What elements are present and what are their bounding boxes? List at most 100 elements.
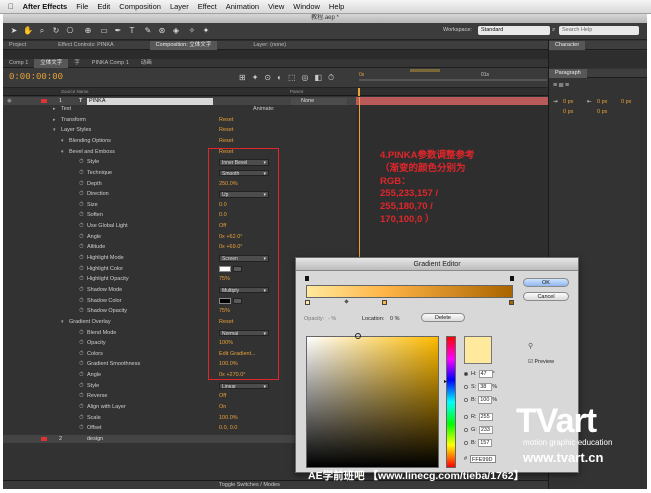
stopwatch-icon[interactable]: ⏱: [79, 211, 84, 219]
hex-input[interactable]: FFE99D: [470, 455, 496, 463]
disclosure-triangle-icon[interactable]: ▸: [53, 116, 56, 124]
color-component-field[interactable]: R: 255: [464, 413, 493, 421]
component-radio[interactable]: [464, 440, 468, 445]
selection-tool-icon[interactable]: ➤: [9, 26, 19, 36]
col-parent[interactable]: Parent: [290, 89, 303, 94]
space-after-value[interactable]: 0 px: [597, 109, 607, 115]
stopwatch-icon[interactable]: ⏱: [79, 265, 84, 273]
timeline-tab[interactable]: 字: [68, 59, 86, 68]
stopwatch-icon[interactable]: ⏱: [79, 329, 84, 337]
color-component-field[interactable]: G: 233: [464, 426, 493, 434]
location-value[interactable]: 0 %: [390, 316, 399, 322]
stopwatch-icon[interactable]: ⏱: [79, 414, 84, 422]
property-value[interactable]: Reset: [219, 116, 233, 124]
rotate-tool-icon[interactable]: ↻: [51, 26, 61, 36]
menu-layer[interactable]: Layer: [170, 2, 189, 11]
component-value[interactable]: 100: [478, 396, 493, 404]
disclosure-triangle-icon[interactable]: ▾: [53, 126, 56, 134]
stopwatch-icon[interactable]: ⏱: [79, 190, 84, 198]
mask-tool-icon[interactable]: ▭: [99, 26, 109, 36]
stopwatch-icon[interactable]: ⏱: [79, 392, 84, 400]
disclosure-triangle-icon[interactable]: ▾: [61, 137, 64, 145]
hand-tool-icon[interactable]: ✋: [23, 26, 33, 36]
property-row[interactable]: ⏱ Depth 250.0%: [3, 180, 356, 188]
component-radio[interactable]: [464, 384, 468, 389]
timeline-tab[interactable]: Comp 1: [3, 59, 34, 68]
stopwatch-icon[interactable]: ⏱: [79, 254, 84, 262]
stopwatch-icon[interactable]: ⏱: [79, 382, 84, 390]
eraser-tool-icon[interactable]: ◈: [171, 26, 181, 36]
current-time-display[interactable]: 0:00:00:00: [9, 72, 63, 82]
property-row[interactable]: ▾ Bevel and Emboss Reset: [3, 148, 356, 156]
midpoint-marker[interactable]: [344, 299, 349, 304]
stopwatch-icon[interactable]: ⏱: [79, 297, 84, 305]
property-row[interactable]: ⏱ Direction Up: [3, 190, 356, 198]
ok-button[interactable]: OK: [523, 278, 569, 287]
cancel-button[interactable]: Cancel: [523, 292, 569, 301]
component-radio[interactable]: [464, 371, 468, 376]
stopwatch-icon[interactable]: ⏱: [79, 201, 84, 209]
menu-effect[interactable]: Effect: [198, 2, 217, 11]
menu-composition[interactable]: Composition: [119, 2, 161, 11]
component-radio[interactable]: [464, 427, 468, 432]
stopwatch-icon[interactable]: ⏱: [79, 286, 84, 294]
menu-view[interactable]: View: [268, 2, 284, 11]
col-source-name[interactable]: Source Name: [61, 89, 89, 94]
timeline-tab[interactable]: 立体文字: [34, 58, 69, 68]
stopwatch-icon[interactable]: ⏱: [79, 403, 84, 411]
menu-help[interactable]: Help: [329, 2, 344, 11]
property-row[interactable]: ▸ Transform Reset: [3, 116, 356, 124]
menu-window[interactable]: Window: [293, 2, 320, 11]
stopwatch-icon[interactable]: ⏱: [79, 233, 84, 241]
tab-composition[interactable]: Composition: 立体文字: [149, 40, 218, 50]
apple-icon[interactable]: : [8, 2, 14, 11]
color-picker-cursor[interactable]: [355, 333, 361, 339]
property-row[interactable]: ⏱ Angle 0x +62.0°: [3, 233, 356, 241]
color-component-field[interactable]: S: 38%: [464, 383, 497, 391]
opacity-value[interactable]: - %: [328, 316, 336, 322]
tab-layer[interactable]: Layer: (none): [247, 41, 292, 50]
tab-project[interactable]: Project: [3, 41, 32, 50]
property-row[interactable]: ⏱ Soften 0.0: [3, 211, 356, 219]
color-stop-2[interactable]: [382, 300, 387, 305]
timeline-tab[interactable]: 动画: [135, 59, 158, 68]
layer-label-color[interactable]: [41, 99, 47, 103]
color-field[interactable]: [306, 336, 439, 468]
disclosure-triangle-icon[interactable]: ▸: [53, 105, 56, 113]
stopwatch-icon[interactable]: ⏱: [79, 350, 84, 358]
zoom-tool-icon[interactable]: ⌕: [37, 26, 47, 36]
layer-name-field[interactable]: PINKA: [87, 98, 213, 105]
camera-tool-icon[interactable]: ⎔: [65, 26, 75, 36]
layer-label-color[interactable]: [41, 437, 47, 441]
color-component-field[interactable]: B: 157: [464, 439, 493, 447]
color-stop-3[interactable]: [509, 300, 514, 305]
disclosure-triangle-icon[interactable]: ▾: [61, 318, 64, 326]
stopwatch-icon[interactable]: ⏱: [79, 275, 84, 283]
hue-slider-arrow-icon[interactable]: ▸: [444, 378, 447, 385]
stopwatch-icon[interactable]: ⏱: [79, 424, 84, 432]
component-value[interactable]: 38: [478, 383, 493, 391]
component-radio[interactable]: [464, 414, 468, 419]
disclosure-triangle-icon[interactable]: ▾: [61, 148, 64, 156]
app-menu[interactable]: After Effects: [23, 2, 68, 11]
stopwatch-icon[interactable]: ⏱: [79, 243, 84, 251]
menu-animation[interactable]: Animation: [226, 2, 259, 11]
opacity-stop-right[interactable]: [510, 276, 514, 281]
delete-button[interactable]: Delete: [421, 313, 465, 322]
workspace-select[interactable]: Standard: [478, 26, 550, 35]
component-value[interactable]: 47: [478, 370, 493, 378]
brush-tool-icon[interactable]: ✎: [143, 26, 153, 36]
component-value[interactable]: 157: [478, 439, 493, 447]
menu-edit[interactable]: Edit: [97, 2, 110, 11]
opacity-stop-left[interactable]: [305, 276, 309, 281]
space-before-value[interactable]: 0 px: [563, 109, 573, 115]
property-row[interactable]: ⏱ Altitude 0x +69.0°: [3, 243, 356, 251]
property-value[interactable]: 100.0%: [219, 414, 238, 422]
layer-name[interactable]: design: [87, 435, 103, 443]
property-row[interactable]: ▸ Text Animate:: [3, 105, 356, 113]
property-value[interactable]: Off: [219, 392, 226, 400]
property-row[interactable]: ⏱ Technique Smooth: [3, 169, 356, 177]
property-value[interactable]: 0.0, 0.0: [219, 424, 237, 432]
property-row[interactable]: ⏱ Style Inner Bevel: [3, 158, 356, 166]
parent-select[interactable]: None: [291, 98, 347, 105]
